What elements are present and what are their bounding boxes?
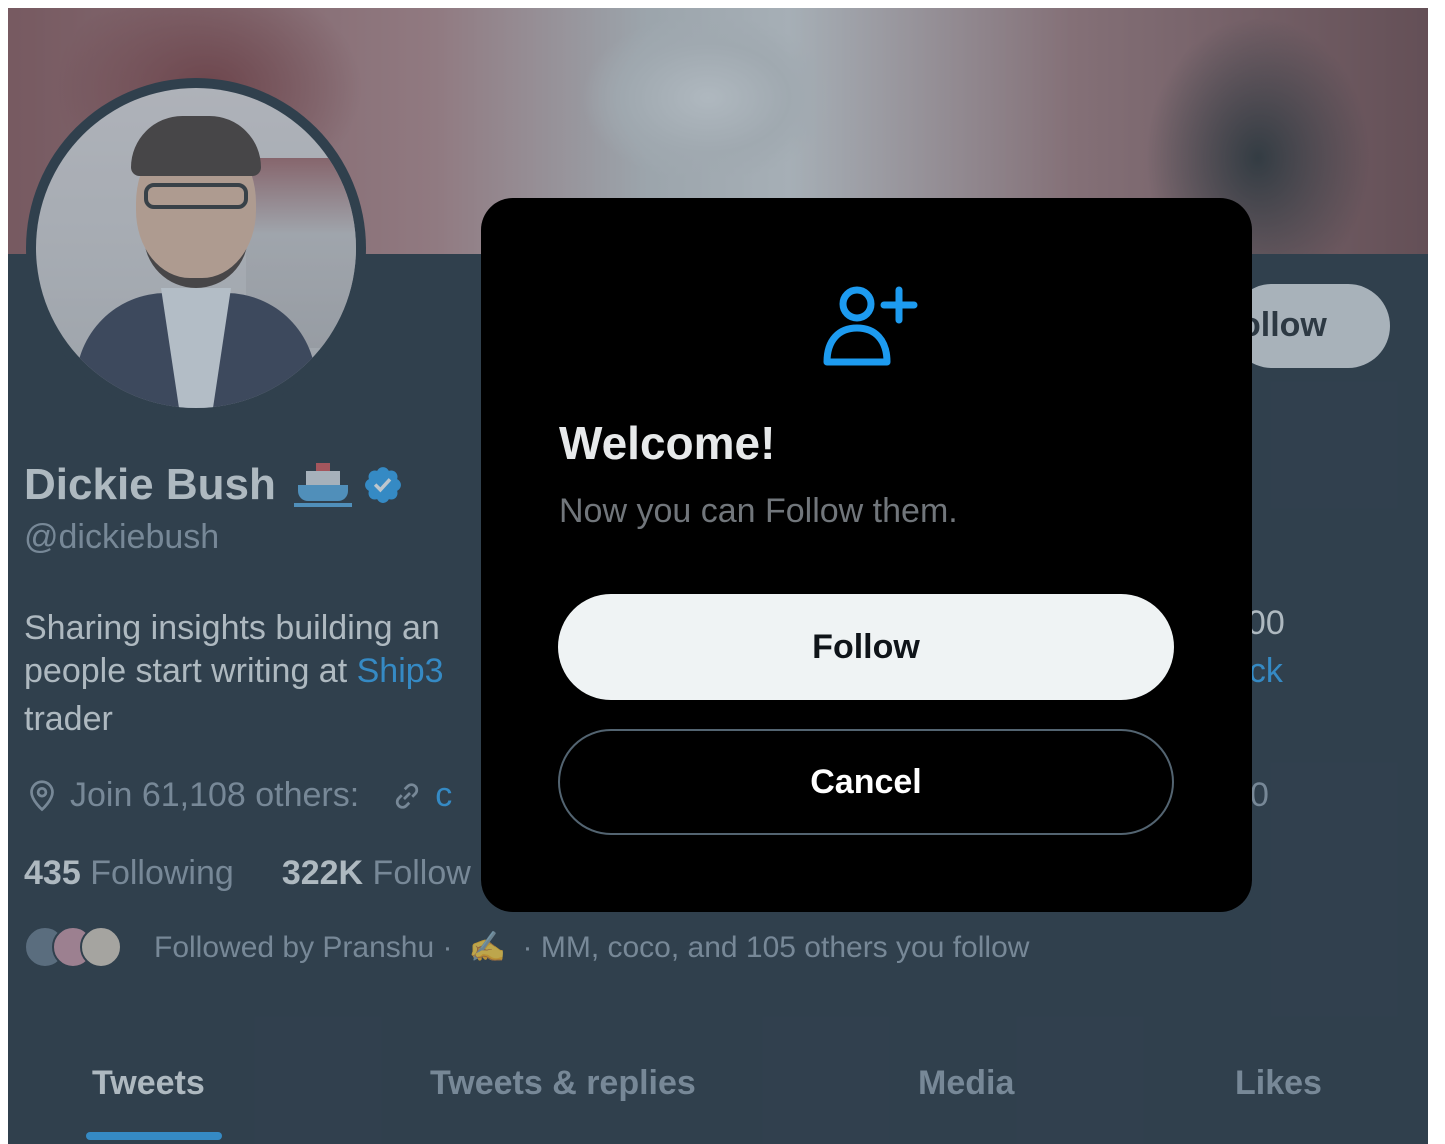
welcome-dialog: Welcome! Now you can Follow them. Follow… — [481, 198, 1252, 912]
user-plus-icon — [823, 286, 918, 366]
cancel-button[interactable]: Cancel — [558, 729, 1174, 835]
dialog-subtitle: Now you can Follow them. — [559, 492, 958, 530]
profile-page: ollow Dickie Bush @dickiebush Sharing in… — [8, 8, 1428, 1144]
dialog-title: Welcome! — [559, 417, 776, 469]
follow-button[interactable]: Follow — [558, 594, 1174, 700]
